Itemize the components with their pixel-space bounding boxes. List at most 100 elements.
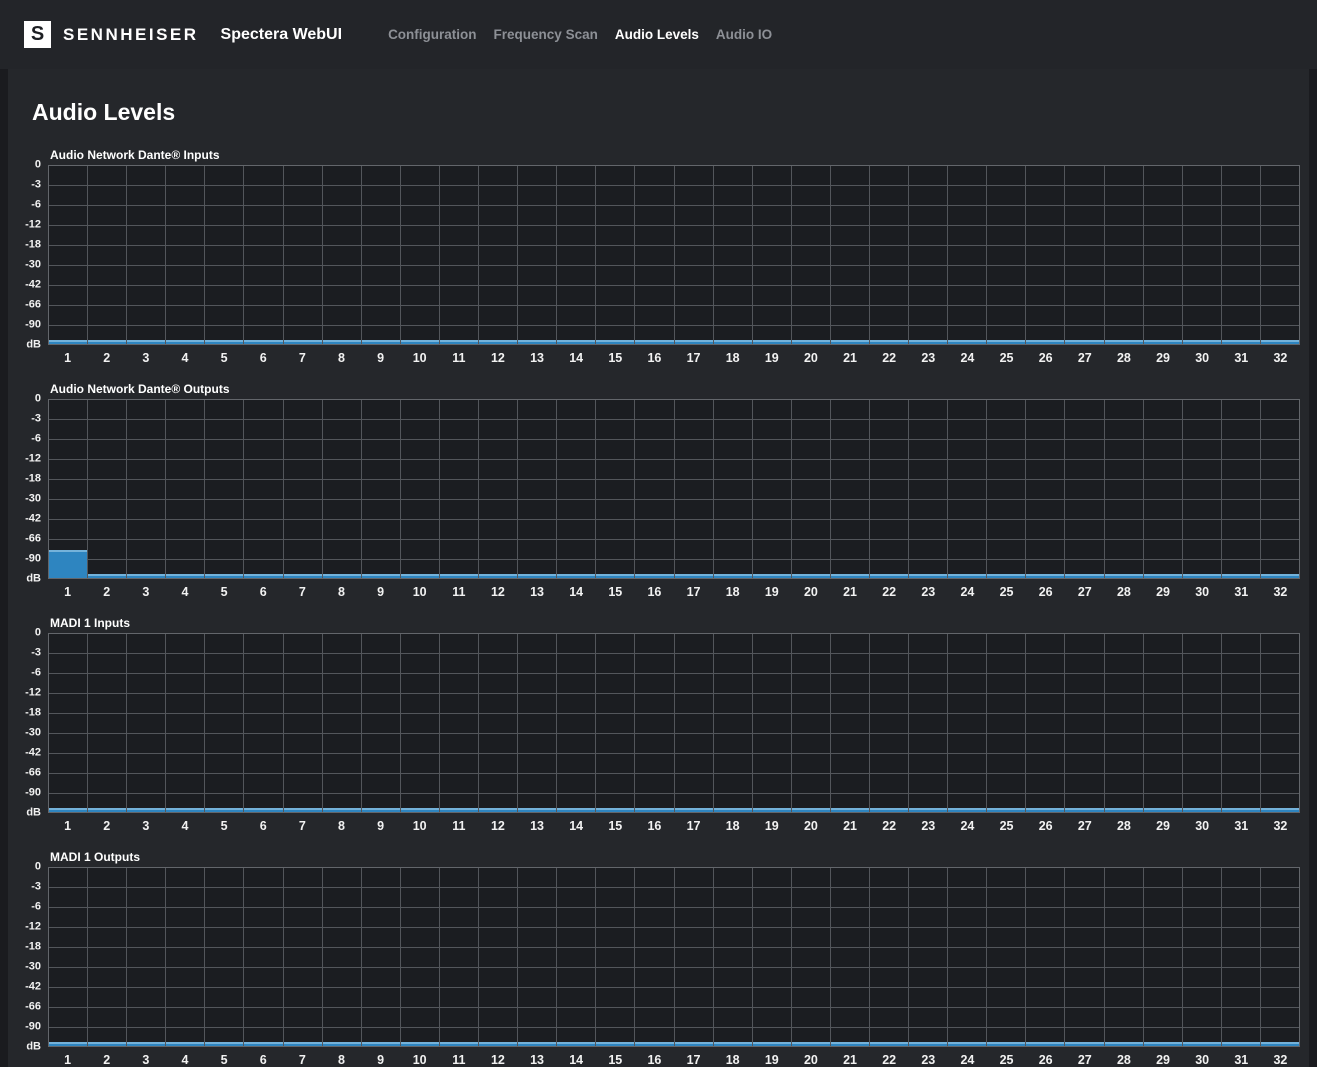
nav-audio-io[interactable]: Audio IO — [716, 27, 772, 42]
level-bar — [1183, 808, 1221, 812]
channel-number-label: 10 — [400, 819, 439, 833]
y-tick-label: -12 — [25, 220, 41, 231]
level-bar — [518, 808, 556, 812]
channel-column — [635, 400, 674, 578]
level-bar — [1222, 340, 1260, 344]
channel-column — [1144, 166, 1183, 344]
level-bar — [1144, 808, 1182, 812]
channel-number-label: 2 — [87, 585, 126, 599]
level-bar — [714, 340, 752, 344]
channel-column — [362, 400, 401, 578]
channel-number-label: 23 — [909, 1053, 948, 1067]
level-bar — [753, 340, 791, 344]
channel-column — [1105, 634, 1144, 812]
level-bar — [714, 1042, 752, 1046]
channel-column — [753, 634, 792, 812]
level-bar — [479, 574, 517, 578]
top-bar: S SENNHEISER Spectera WebUI Configuratio… — [0, 0, 1317, 69]
level-bar — [88, 574, 126, 578]
level-bar — [1222, 574, 1260, 578]
level-bar — [127, 574, 165, 578]
channel-number-label: 7 — [283, 819, 322, 833]
channel-column — [205, 400, 244, 578]
level-bar — [1065, 808, 1103, 812]
channel-number-label: 12 — [478, 819, 517, 833]
level-bar — [244, 340, 282, 344]
channel-column — [1065, 166, 1104, 344]
channel-number-label: 21 — [831, 585, 870, 599]
channel-number-label: 13 — [518, 585, 557, 599]
nav-audio-levels[interactable]: Audio Levels — [615, 27, 699, 42]
level-bar — [518, 574, 556, 578]
y-tick-label: 0 — [35, 160, 41, 171]
level-bar — [1105, 808, 1143, 812]
level-bar — [362, 340, 400, 344]
channel-number-label: 21 — [831, 351, 870, 365]
y-tick-label: -18 — [25, 474, 41, 485]
channel-number-label: 6 — [244, 819, 283, 833]
y-tick-label: -18 — [25, 240, 41, 251]
level-bar — [948, 340, 986, 344]
channel-number-label: 14 — [557, 585, 596, 599]
chart-title: MADI 1 Outputs — [50, 850, 1300, 864]
channel-column — [948, 868, 987, 1046]
channel-number-label: 31 — [1222, 1053, 1261, 1067]
channel-number-label: 24 — [948, 1053, 987, 1067]
channel-number-label: 11 — [439, 351, 478, 365]
y-tick-label: -90 — [25, 788, 41, 799]
level-bar — [1026, 1042, 1064, 1046]
channel-number-label: 30 — [1183, 1053, 1222, 1067]
channel-column — [479, 166, 518, 344]
chart-title: Audio Network Dante® Inputs — [50, 148, 1300, 162]
level-bar — [714, 574, 752, 578]
channel-column — [1222, 634, 1261, 812]
channel-column — [557, 634, 596, 812]
level-bar — [205, 1042, 243, 1046]
channel-number-label: 12 — [478, 351, 517, 365]
y-tick-label: 0 — [35, 628, 41, 639]
channel-number-label: 27 — [1065, 1053, 1104, 1067]
channel-number-label: 23 — [909, 351, 948, 365]
level-bar — [284, 808, 322, 812]
channel-column — [831, 166, 870, 344]
channel-number-label: 22 — [870, 819, 909, 833]
channel-column — [675, 634, 714, 812]
channel-number-label: 28 — [1104, 351, 1143, 365]
level-bar — [792, 340, 830, 344]
level-bar — [440, 574, 478, 578]
y-tick-label: 0 — [35, 862, 41, 873]
level-bar — [127, 1042, 165, 1046]
channel-number-label: 17 — [674, 1053, 713, 1067]
y-tick-label: -66 — [25, 300, 41, 311]
channel-column — [440, 400, 479, 578]
y-tick-label: -12 — [25, 688, 41, 699]
channel-number-label: 2 — [87, 1053, 126, 1067]
channel-number-label: 6 — [244, 351, 283, 365]
level-bar — [1065, 340, 1103, 344]
channel-number-label: 19 — [752, 819, 791, 833]
channel-number-label: 6 — [244, 585, 283, 599]
channel-number-label: 18 — [713, 351, 752, 365]
y-tick-label: -66 — [25, 768, 41, 779]
chart-row: 0-3-6-12-18-30-42-66-90dB — [8, 399, 1300, 579]
channel-number-label: 22 — [870, 585, 909, 599]
channel-column — [440, 166, 479, 344]
channel-column — [440, 868, 479, 1046]
channel-number-label: 26 — [1026, 585, 1065, 599]
channel-column — [518, 166, 557, 344]
level-bar — [323, 808, 361, 812]
chart-row: 0-3-6-12-18-30-42-66-90dB — [8, 867, 1300, 1047]
nav-configuration[interactable]: Configuration — [388, 27, 476, 42]
channel-number-label: 32 — [1261, 585, 1300, 599]
level-bar — [1065, 574, 1103, 578]
channel-column — [244, 166, 283, 344]
level-bar — [1144, 1042, 1182, 1046]
channel-number-label: 13 — [518, 819, 557, 833]
level-bar — [1144, 574, 1182, 578]
y-tick-label: -3 — [31, 180, 41, 191]
level-bar — [323, 340, 361, 344]
level-bar — [127, 808, 165, 812]
nav-frequency-scan[interactable]: Frequency Scan — [494, 27, 598, 42]
channel-column — [518, 400, 557, 578]
channel-column — [1183, 400, 1222, 578]
